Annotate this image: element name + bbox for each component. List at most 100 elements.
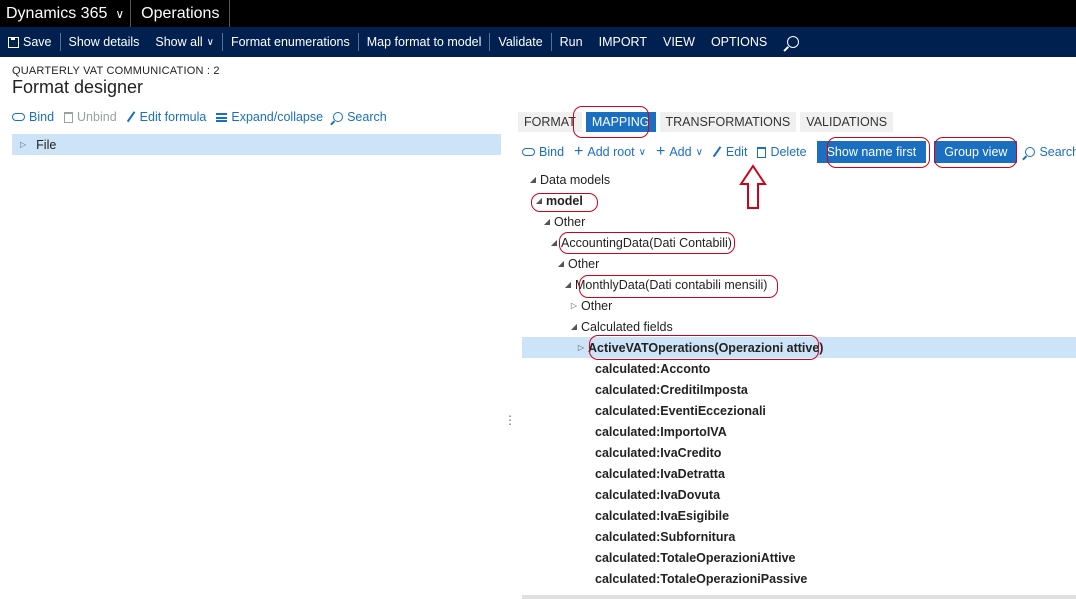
tree-node-label: calculated:IvaDovuta xyxy=(595,487,721,502)
tab-validations[interactable]: VALIDATIONS xyxy=(800,112,894,132)
tree-node-label: calculated:Subfornitura xyxy=(595,529,736,544)
import-menu[interactable]: IMPORT xyxy=(591,27,655,57)
tree-node-label: Other xyxy=(568,256,600,271)
tree-node-other[interactable]: ◢ Other xyxy=(522,211,1076,232)
chevron-down-icon: ∨ xyxy=(115,6,125,21)
tree-node-other[interactable]: ◢ Other xyxy=(522,253,1076,274)
tree-node-label: ActiveVATOperations(Operazioni attive) xyxy=(588,340,824,355)
tree-node-label: calculated:EventiEccezionali xyxy=(595,403,766,418)
tree-node-field[interactable]: calculated:TotaleOperazioniAttive xyxy=(522,547,1076,568)
left-search-button[interactable]: Search xyxy=(333,110,387,124)
trash-icon xyxy=(757,146,767,158)
tree-node-field[interactable]: calculated:IvaCredito xyxy=(522,442,1076,463)
expand-collapse-label: Expand/collapse xyxy=(231,110,324,124)
collapse-caret-icon[interactable]: ◢ xyxy=(532,196,546,205)
bind-button[interactable]: Bind xyxy=(12,110,54,124)
search-label: Search xyxy=(347,110,387,124)
tree-node-data-models[interactable]: ◢ Data models xyxy=(522,169,1076,190)
tree-node-field[interactable]: calculated:ImportoIVA xyxy=(522,421,1076,442)
tree-node-other[interactable]: ▷ Other xyxy=(522,295,1076,316)
module-name[interactable]: Operations xyxy=(131,0,231,27)
format-enumerations-button[interactable]: Format enumerations xyxy=(223,27,358,57)
view-menu[interactable]: VIEW xyxy=(655,27,703,57)
tree-node-monthly-data[interactable]: ◢ MonthlyData(Dati contabili mensili) xyxy=(522,274,1076,295)
tree-node-field[interactable]: calculated:IvaDetratta xyxy=(522,463,1076,484)
search-icon xyxy=(333,112,344,122)
tab-transformations[interactable]: TRANSFORMATIONS xyxy=(659,112,797,132)
chevron-down-icon: ∨ xyxy=(638,146,646,158)
action-bar: Save Show details Show all ∨ Format enum… xyxy=(0,27,1076,57)
format-toolbar: Bind Unbind Edit formula Expand/collapse… xyxy=(12,108,387,126)
pencil-icon xyxy=(712,146,723,158)
add-root-button[interactable]: + Add root ∨ xyxy=(574,144,646,160)
trash-icon xyxy=(64,111,74,123)
run-button[interactable]: Run xyxy=(552,27,591,57)
search-icon[interactable] xyxy=(787,36,800,48)
add-button[interactable]: + Add ∨ xyxy=(656,144,703,160)
app-switcher[interactable]: Dynamics 365 ∨ xyxy=(0,0,132,27)
delete-button[interactable]: Delete xyxy=(757,145,807,159)
collapse-caret-icon[interactable]: ◢ xyxy=(526,175,540,184)
tree-node-model[interactable]: ◢ model xyxy=(522,190,1076,211)
show-all-label: Show all xyxy=(155,35,203,49)
map-format-to-model-button[interactable]: Map format to model xyxy=(359,27,490,57)
add-root-label: Add root xyxy=(587,145,635,159)
expand-caret-icon[interactable]: ▷ xyxy=(574,343,588,352)
chevron-down-icon: ∨ xyxy=(695,146,703,158)
tree-node-label: MonthlyData(Dati contabili mensili) xyxy=(575,277,768,292)
mapping-bind-button[interactable]: Bind xyxy=(522,145,564,159)
pane-splitter-handle[interactable]: ⋮ xyxy=(504,414,516,426)
tree-node-label: calculated:CreditiImposta xyxy=(595,382,748,397)
expand-caret-icon[interactable]: ▷ xyxy=(20,140,26,149)
expand-caret-icon[interactable]: ▷ xyxy=(567,301,581,310)
tab-mapping[interactable]: MAPPING xyxy=(585,112,656,132)
search-label: Search xyxy=(1039,145,1076,159)
expand-collapse-button[interactable]: Expand/collapse xyxy=(216,110,323,124)
tree-node-label: calculated:IvaCredito xyxy=(595,445,722,460)
tree-node-label: AccountingData(Dati Contabili) xyxy=(561,235,732,250)
bind-label: Bind xyxy=(29,110,55,124)
unbind-button[interactable]: Unbind xyxy=(64,110,117,124)
tree-node-field[interactable]: calculated:Subfornitura xyxy=(522,526,1076,547)
edit-button[interactable]: Edit xyxy=(712,145,748,159)
top-bar: Dynamics 365 ∨ Operations xyxy=(0,0,1076,27)
format-tree-node[interactable]: ▷ File xyxy=(12,134,501,155)
group-view-button[interactable]: Group view xyxy=(934,141,1018,163)
edit-label: Edit xyxy=(725,145,748,159)
save-button[interactable]: Save xyxy=(0,27,60,57)
options-menu[interactable]: OPTIONS xyxy=(703,27,775,57)
tree-node-field[interactable]: calculated:IvaEsigibile xyxy=(522,505,1076,526)
show-name-first-button[interactable]: Show name first xyxy=(816,141,927,163)
edit-formula-button[interactable]: Edit formula xyxy=(126,110,206,124)
pencil-icon xyxy=(126,111,136,123)
collapse-caret-icon[interactable]: ◢ xyxy=(540,217,554,226)
bind-label: Bind xyxy=(539,145,565,159)
brand-label: Dynamics 365 xyxy=(6,4,108,22)
tree-node-field[interactable]: calculated:EventiEccezionali xyxy=(522,400,1076,421)
tree-node-label: calculated:Acconto xyxy=(595,361,711,376)
show-all-button[interactable]: Show all ∨ xyxy=(147,27,222,57)
tree-node-label: File xyxy=(36,137,57,152)
tree-node-label: Other xyxy=(554,214,586,229)
link-icon xyxy=(12,113,25,121)
tree-node-label: calculated:ImportoIVA xyxy=(595,424,727,439)
tree-node-field[interactable]: calculated:Acconto xyxy=(522,358,1076,379)
tree-node-field[interactable]: calculated:IvaDovuta xyxy=(522,484,1076,505)
show-details-button[interactable]: Show details xyxy=(61,27,148,57)
tree-node-label: Other xyxy=(581,298,613,313)
horizontal-scrollbar[interactable] xyxy=(522,595,1076,599)
collapse-caret-icon[interactable]: ◢ xyxy=(547,238,561,247)
tree-node-calculated-fields[interactable]: ◢ Calculated fields xyxy=(522,316,1076,337)
link-icon xyxy=(522,148,535,156)
collapse-caret-icon[interactable]: ◢ xyxy=(561,280,575,289)
tree-node-field[interactable]: calculated:TotaleOperazioniPassive xyxy=(522,568,1076,589)
collapse-caret-icon[interactable]: ◢ xyxy=(567,322,581,331)
tree-node-accounting-data[interactable]: ◢ AccountingData(Dati Contabili) xyxy=(522,232,1076,253)
tree-node-active-vat-operations[interactable]: ▷ ActiveVATOperations(Operazioni attive) xyxy=(522,337,1076,358)
validate-button[interactable]: Validate xyxy=(490,27,550,57)
unbind-label: Unbind xyxy=(77,110,117,124)
collapse-caret-icon[interactable]: ◢ xyxy=(554,259,568,268)
mapping-search-button[interactable]: Search xyxy=(1025,145,1076,159)
tab-format[interactable]: FORMAT xyxy=(518,112,582,132)
tree-node-field[interactable]: calculated:CreditiImposta xyxy=(522,379,1076,400)
